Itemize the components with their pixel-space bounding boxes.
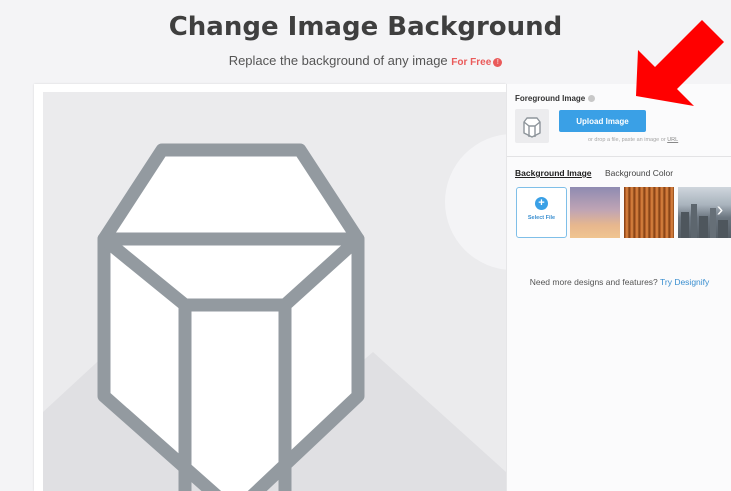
subtitle-text: Replace the background of any image [228, 53, 448, 68]
tab-background-image[interactable]: Background Image [515, 168, 592, 178]
try-designify-link[interactable]: Try Designify [660, 277, 709, 287]
tab-background-color[interactable]: Background Color [605, 168, 673, 178]
foreground-thumbnail [515, 109, 549, 143]
free-badge: For Free [451, 57, 492, 68]
drop-hint: or drop a file, paste an image or URL [588, 137, 678, 143]
select-file-button[interactable]: + Select File [516, 187, 567, 238]
foreground-section-label: Foreground Image [515, 94, 596, 103]
promo-message: Need more designs and features? [529, 277, 658, 287]
chevron-right-icon[interactable]: › [712, 199, 728, 221]
drop-hint-text: or drop a file, paste an image or [588, 137, 666, 143]
promo-text: Need more designs and features? Try Desi… [507, 277, 731, 287]
settings-sidebar: Foreground Image Upload Image or drop a … [506, 84, 731, 491]
select-file-label: Select File [527, 215, 556, 221]
plus-icon: + [535, 197, 548, 210]
info-icon[interactable]: ! [493, 58, 503, 67]
divider [507, 156, 731, 157]
placeholder-image-icon [43, 134, 506, 491]
page-subtitle: Replace the background of any image For … [0, 53, 731, 68]
cube-icon [523, 117, 541, 138]
background-thumbnail-sunset[interactable] [570, 187, 620, 238]
url-link[interactable]: URL [667, 137, 678, 143]
annotation-arrow-icon [636, 20, 724, 106]
background-thumbnail-wood[interactable] [624, 187, 674, 238]
placeholder-canvas [43, 92, 506, 491]
foreground-label-text: Foreground Image [515, 94, 586, 103]
upload-image-button[interactable]: Upload Image [559, 110, 646, 132]
page-title: Change Image Background [168, 12, 563, 42]
help-icon[interactable] [588, 95, 596, 102]
image-preview-panel [34, 84, 506, 491]
